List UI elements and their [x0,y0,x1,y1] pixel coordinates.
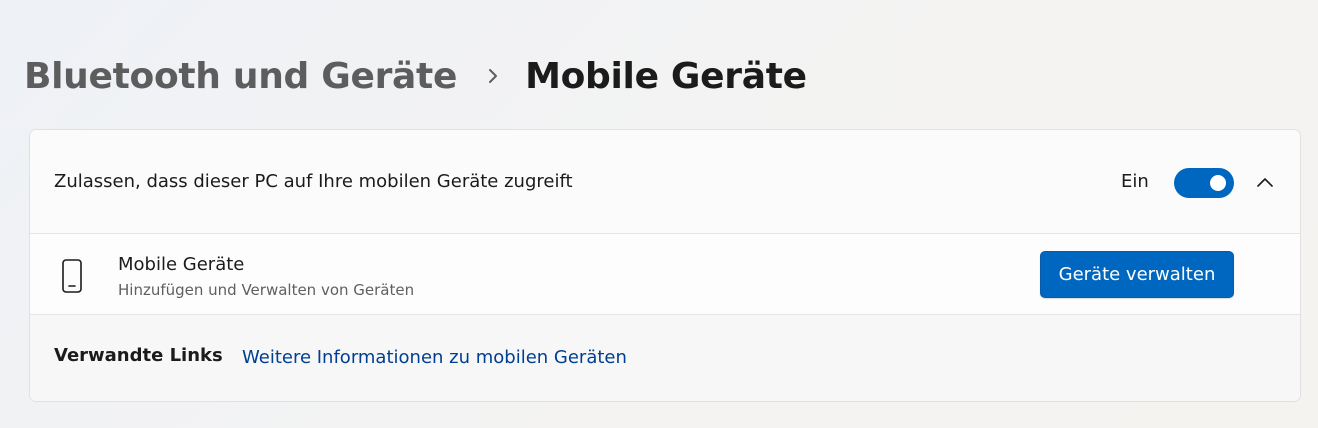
smartphone-icon [60,258,84,294]
device-row-subtitle: Hinzufügen und Verwalten von Geräten [118,281,415,299]
related-links-row: Verwandte Links Weitere Informationen zu… [30,315,1300,401]
related-links-label: Verwandte Links [54,345,223,366]
page-title: Mobile Geräte [525,55,807,97]
device-row-title: Mobile Geräte [118,254,245,275]
chevron-up-icon[interactable] [1252,170,1278,196]
chevron-right-icon [473,67,513,85]
breadcrumb-parent-link[interactable]: Bluetooth und Geräte [24,56,457,97]
access-toggle[interactable] [1174,168,1234,198]
access-setting-row[interactable]: Zulassen, dass dieser PC auf Ihre mobile… [30,130,1300,234]
toggle-knob [1210,175,1226,191]
manage-devices-button[interactable]: Geräte verwalten [1040,251,1234,298]
access-setting-label: Zulassen, dass dieser PC auf Ihre mobile… [54,171,573,192]
breadcrumb: Bluetooth und Geräte Mobile Geräte [24,50,807,102]
more-info-link[interactable]: Weitere Informationen zu mobilen Geräten [242,346,627,370]
mobile-devices-row: Mobile Geräte Hinzufügen und Verwalten v… [30,234,1300,315]
mobile-devices-card: Zulassen, dass dieser PC auf Ihre mobile… [29,129,1301,402]
toggle-state-label: Ein [1121,171,1149,192]
